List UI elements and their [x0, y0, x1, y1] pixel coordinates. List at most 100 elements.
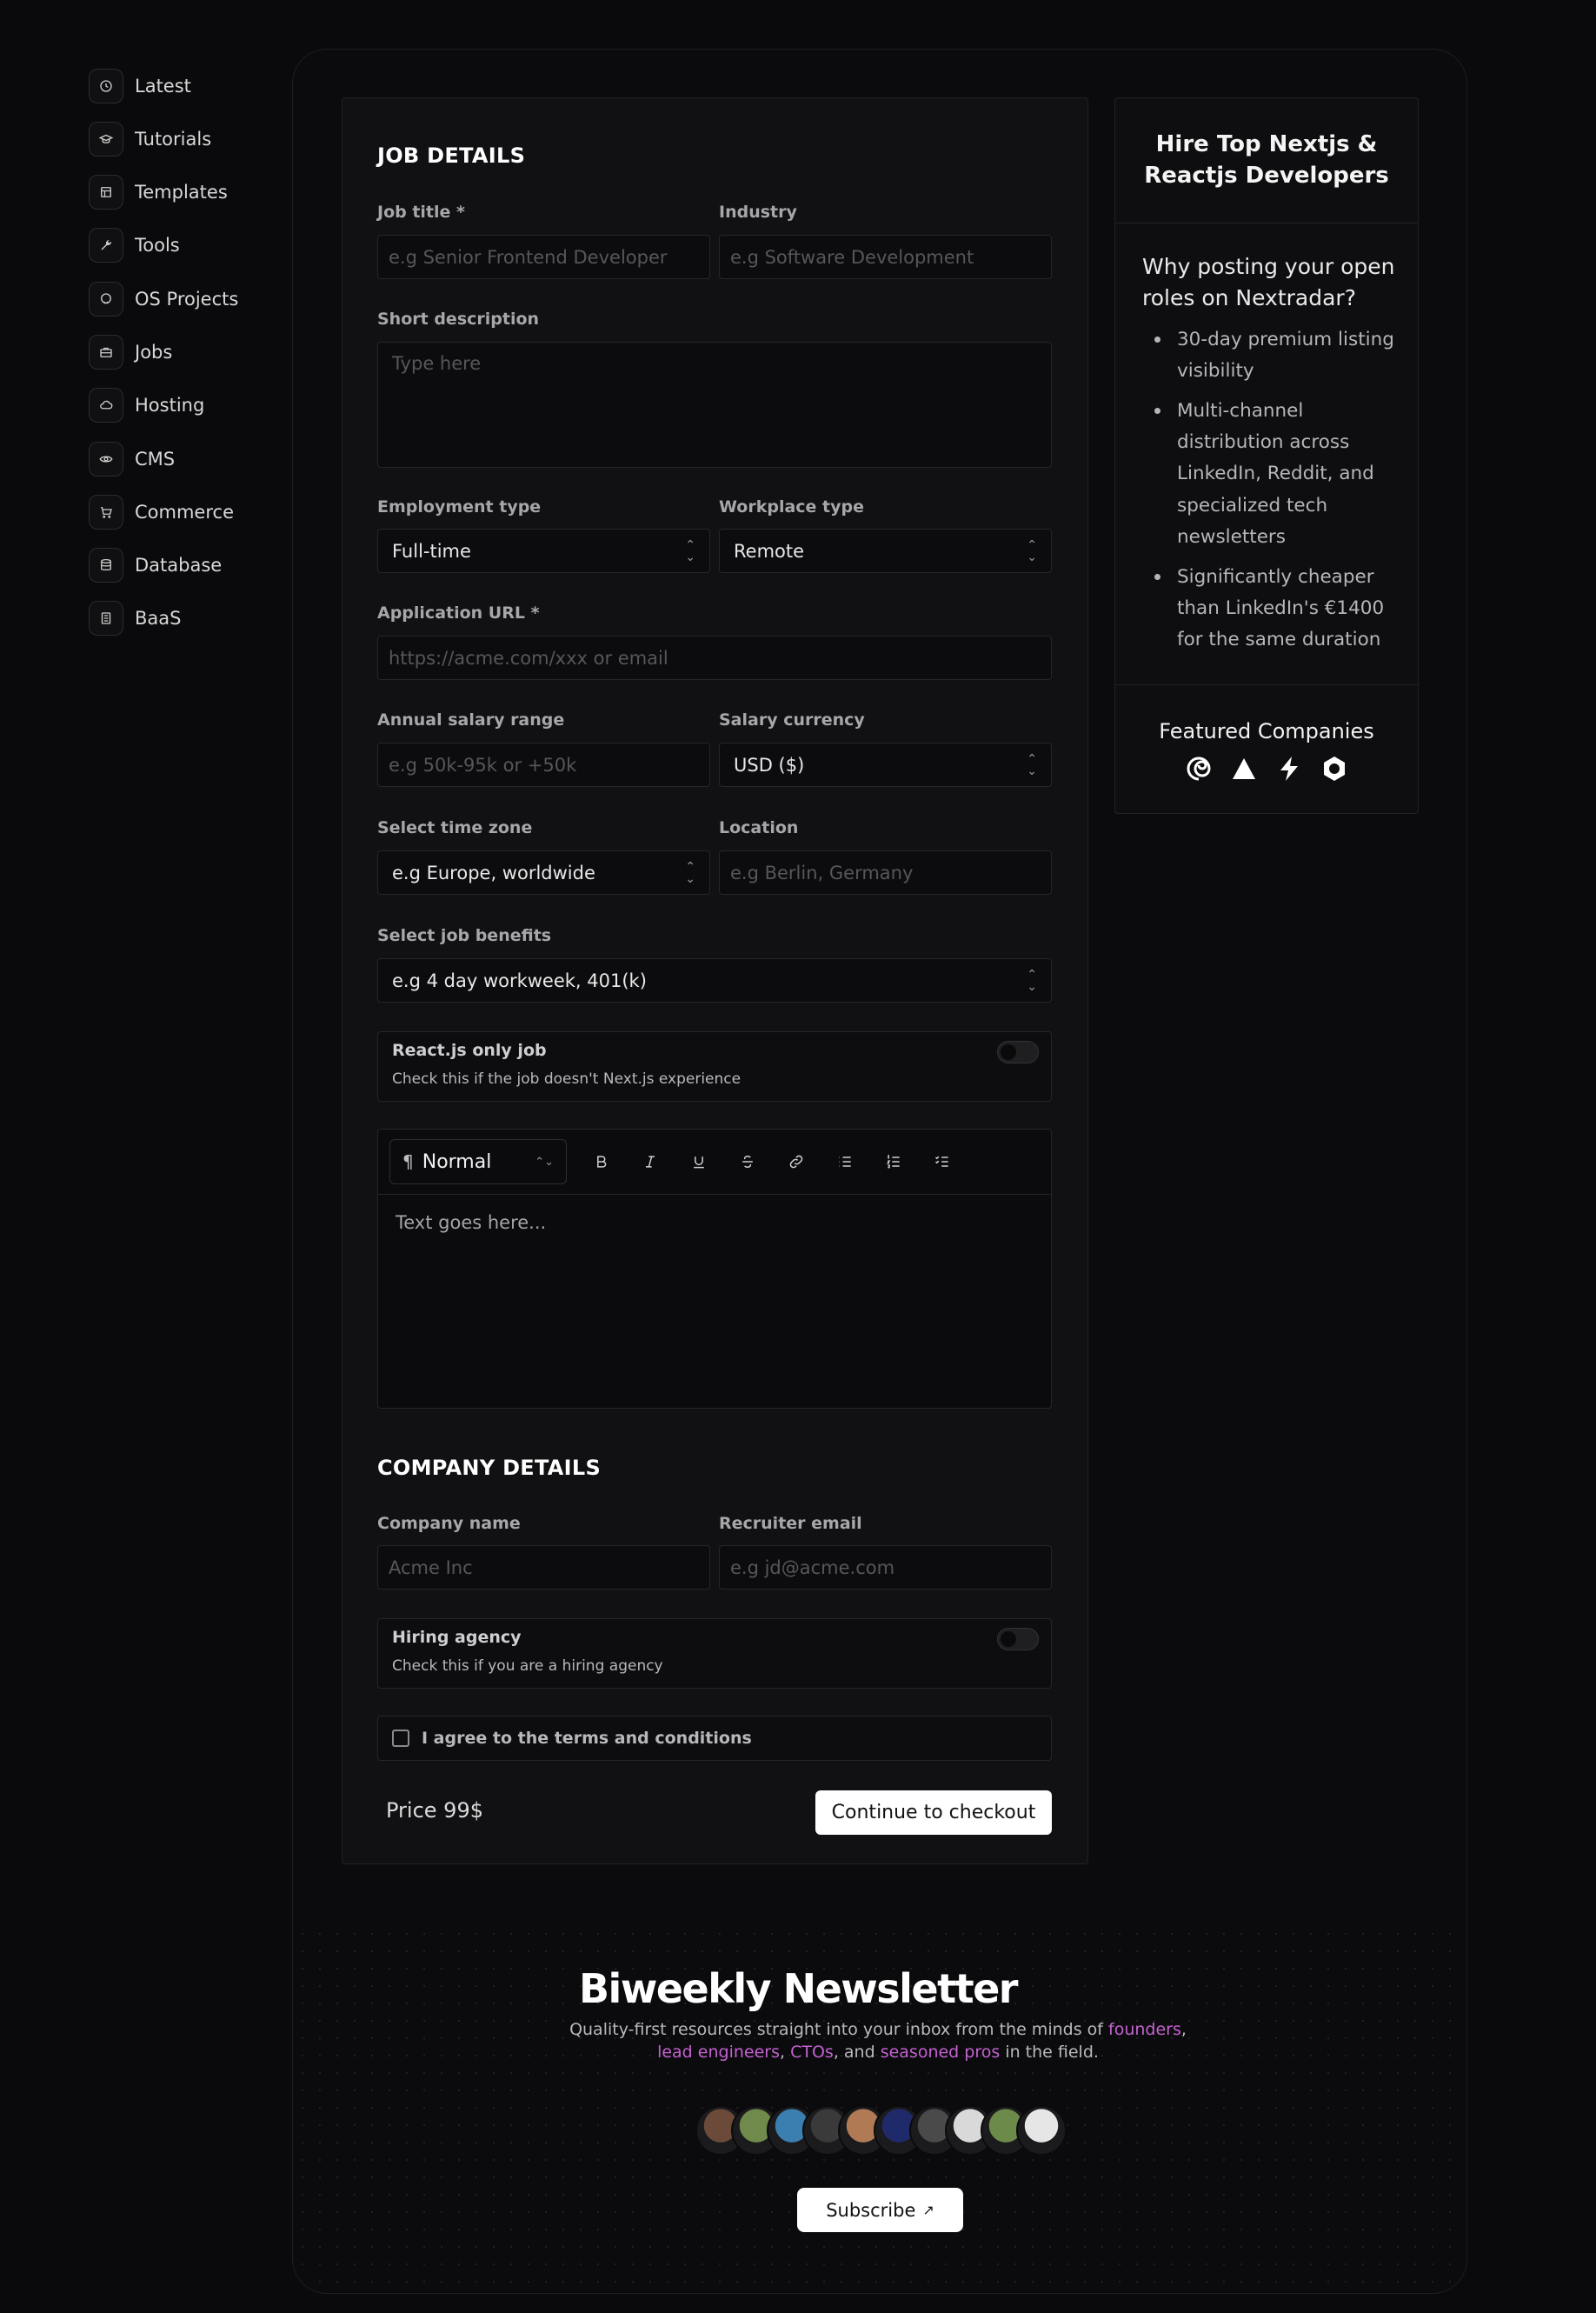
subscribe-label: Subscribe — [826, 2199, 916, 2221]
sidebar-item-label: Hosting — [135, 395, 205, 417]
salary-currency-label: Salary currency — [719, 710, 865, 730]
industry-placeholder: e.g Software Development — [730, 246, 974, 268]
recruiter-email-input[interactable]: e.g jd@acme.com — [719, 1545, 1052, 1590]
spiral-logo-icon[interactable] — [1184, 754, 1214, 783]
sidebar-item-jobs[interactable]: Jobs — [89, 334, 280, 370]
salary-currency-select[interactable]: USD ($) ⌃ ⌄ — [719, 743, 1052, 787]
location-input[interactable]: e.g Berlin, Germany — [719, 850, 1052, 895]
strikethrough-icon — [742, 1155, 753, 1169]
sidebar-item-label: Jobs — [135, 341, 173, 363]
sidebar-item-os-projects[interactable]: OS Projects — [89, 281, 280, 317]
sidebar-item-hosting[interactable]: Hosting — [89, 388, 280, 423]
editor-content[interactable]: Text goes here... — [378, 1195, 1051, 1250]
highlight-lead-engineers: lead engineers — [657, 2042, 780, 2062]
list-item: 30-day premium listing visibility — [1151, 324, 1412, 387]
sidebar-item-database[interactable]: Database — [89, 548, 280, 583]
sidebar-item-commerce[interactable]: Commerce — [89, 494, 280, 530]
clock-icon — [89, 68, 123, 103]
newsletter-sub-prefix: Quality-first resources straight into yo… — [569, 2020, 1103, 2039]
sidebar-item-label: CMS — [135, 448, 176, 470]
underline-icon — [694, 1156, 704, 1169]
sidebar-nav: Latest Tutorials Templates Tools OS Proj… — [89, 68, 280, 654]
salary-range-label: Annual salary range — [377, 710, 565, 730]
hiring-agency-toggle-box: Hiring agency Check this if you are a hi… — [377, 1618, 1052, 1689]
location-placeholder: e.g Berlin, Germany — [730, 862, 914, 883]
terms-checkbox[interactable] — [392, 1730, 409, 1747]
bold-button[interactable] — [577, 1144, 626, 1179]
paragraph-style-select[interactable]: ¶ Normal ⌃⌄ — [389, 1139, 567, 1184]
job-title-label: Job title * — [377, 203, 465, 222]
continue-to-checkout-button[interactable]: Continue to checkout — [815, 1790, 1052, 1835]
sidebar-item-tools[interactable]: Tools — [89, 228, 280, 263]
application-url-placeholder: https://acme.com/xxx or email — [389, 647, 668, 669]
time-zone-select[interactable]: e.g Europe, worldwide ⌃ ⌄ — [377, 850, 710, 895]
salary-range-placeholder: e.g 50k-95k or +50k — [389, 754, 577, 776]
github-icon — [89, 281, 123, 317]
sidebar-item-label: Database — [135, 555, 223, 577]
highlight-founders: founders — [1108, 2020, 1181, 2039]
hexagon-logo-icon[interactable] — [1320, 754, 1349, 783]
numbered-list-icon — [886, 1154, 900, 1169]
react-only-switch[interactable] — [997, 1041, 1039, 1063]
editor-placeholder: Text goes here... — [396, 1212, 547, 1233]
job-benefits-label: Select job benefits — [377, 926, 552, 945]
eye-icon — [89, 441, 123, 477]
underline-button[interactable] — [675, 1144, 723, 1179]
sidebar-item-baas[interactable]: BaaS — [89, 601, 280, 637]
sidebar-item-latest[interactable]: Latest — [89, 68, 280, 103]
database-icon — [89, 548, 123, 583]
strikethrough-button[interactable] — [723, 1144, 772, 1179]
featured-logos — [1115, 754, 1418, 783]
italic-icon — [646, 1156, 655, 1168]
bullet-list-icon — [839, 1156, 851, 1167]
short-description-textarea[interactable]: Type here — [377, 342, 1052, 468]
italic-button[interactable] — [626, 1144, 675, 1179]
company-name-placeholder: Acme Inc — [389, 1556, 473, 1578]
time-zone-label: Select time zone — [377, 818, 533, 837]
cart-icon — [89, 494, 123, 530]
application-url-input[interactable]: https://acme.com/xxx or email — [377, 636, 1052, 680]
hiring-agency-switch[interactable] — [997, 1628, 1039, 1650]
hiring-agency-title: Hiring agency — [392, 1628, 522, 1647]
workplace-type-select[interactable]: Remote ⌃ ⌄ — [719, 529, 1052, 573]
employment-type-select[interactable]: Full-time ⌃ ⌄ — [377, 529, 710, 573]
pilcrow-icon: ¶ — [402, 1151, 414, 1172]
bullet-list-button[interactable] — [821, 1144, 869, 1179]
react-only-toggle-box: React.js only job Check this if the job … — [377, 1031, 1052, 1102]
chevron-updown-icon: ⌃⌄ — [1027, 537, 1037, 564]
job-benefits-select[interactable]: e.g 4 day workweek, 401(k) ⌃ ⌄ — [377, 958, 1052, 1003]
newsletter-sub-suffix: in the field. — [1005, 2042, 1099, 2062]
link-icon — [789, 1155, 803, 1169]
bolt-logo-icon[interactable] — [1274, 754, 1304, 783]
sidebar-item-templates[interactable]: Templates — [89, 175, 280, 210]
company-details-title: COMPANY DETAILS — [377, 1456, 602, 1480]
separator: , and — [833, 2042, 875, 2062]
company-name-input[interactable]: Acme Inc — [377, 1545, 710, 1590]
featured-companies-title: Featured Companies — [1159, 719, 1374, 743]
newsletter-subtitle: Quality-first resources straight into yo… — [569, 2019, 1187, 2063]
chevron-updown-icon: ⌃⌄ — [535, 1155, 554, 1169]
side-heading: Hire Top Nextjs & Reactjs Developers — [1115, 98, 1418, 223]
sidebar-item-label: Tutorials — [135, 128, 212, 150]
checklist-button[interactable] — [918, 1144, 967, 1179]
sidebar-item-tutorials[interactable]: Tutorials — [89, 121, 280, 157]
promo-side-card: Hire Top Nextjs & Reactjs Developers Why… — [1114, 97, 1419, 814]
highlight-ctos: CTOs — [790, 2042, 834, 2062]
job-title-input[interactable]: e.g Senior Frontend Developer — [377, 235, 710, 279]
terms-label: I agree to the terms and conditions — [422, 1729, 752, 1748]
sidebar-item-label: Latest — [135, 75, 191, 97]
industry-input[interactable]: e.g Software Development — [719, 235, 1052, 279]
graduation-cap-icon — [89, 121, 123, 157]
arrow-up-right-icon: ↗ — [922, 2202, 934, 2218]
link-button[interactable] — [772, 1144, 821, 1179]
application-url-label: Application URL * — [377, 603, 540, 623]
chevron-updown-icon: ⌃⌄ — [685, 537, 695, 564]
react-only-title: React.js only job — [392, 1041, 547, 1060]
numbered-list-button[interactable] — [869, 1144, 918, 1179]
sidebar-item-cms[interactable]: CMS — [89, 441, 280, 477]
triangle-logo-icon[interactable] — [1229, 754, 1259, 783]
subscribe-button[interactable]: Subscribe ↗ — [797, 2188, 963, 2232]
recruiter-email-placeholder: e.g jd@acme.com — [730, 1556, 895, 1578]
salary-range-input[interactable]: e.g 50k-95k or +50k — [377, 743, 710, 787]
paragraph-style-value: Normal — [422, 1150, 492, 1173]
